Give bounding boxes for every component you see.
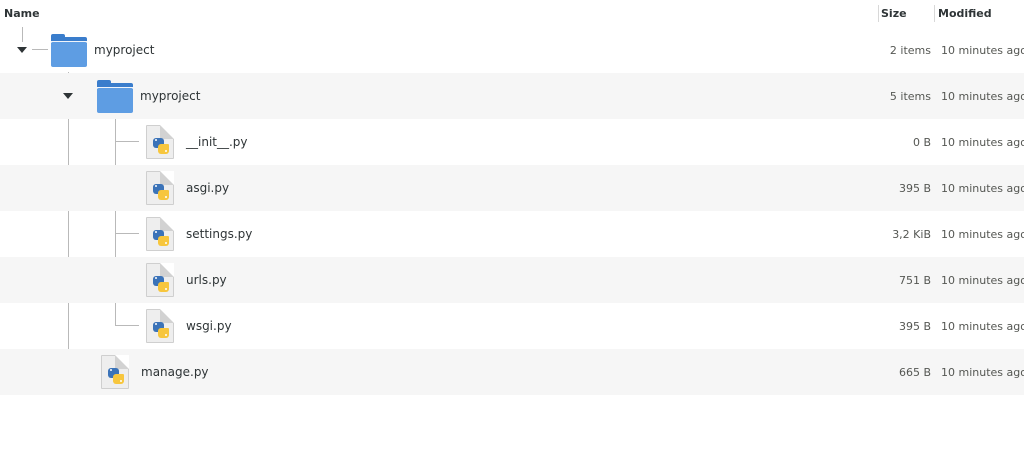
file-size: 665 B (898, 366, 931, 379)
folder-icon (97, 80, 133, 114)
file-size: 3,2 KiB (892, 228, 931, 241)
expander-down-icon[interactable] (63, 93, 73, 99)
file-name: myproject (140, 89, 201, 103)
file-name: settings.py (186, 227, 253, 241)
column-header: Name Size Modified (0, 0, 1024, 27)
file-modified: 10 minutes ago (941, 366, 1024, 379)
column-modified-header[interactable]: Modified (938, 7, 992, 20)
file-row[interactable]: myproject 2 items 10 minutes ago (0, 27, 1024, 73)
file-size: 395 B (898, 182, 931, 195)
file-modified: 10 minutes ago (941, 320, 1024, 333)
column-size-header[interactable]: Size (881, 7, 907, 20)
python-file-icon (146, 309, 174, 343)
file-modified: 10 minutes ago (941, 136, 1024, 149)
python-file-icon (146, 263, 174, 297)
python-file-icon (146, 171, 174, 205)
file-name: __init__.py (186, 135, 248, 149)
file-modified: 10 minutes ago (941, 182, 1024, 195)
file-row[interactable]: urls.py 751 B 10 minutes ago (0, 257, 1024, 303)
folder-icon (51, 34, 87, 68)
file-row[interactable]: manage.py 665 B 10 minutes ago (0, 349, 1024, 395)
file-name: wsgi.py (186, 319, 232, 333)
file-modified: 10 minutes ago (941, 90, 1024, 103)
python-file-icon (146, 217, 174, 251)
column-separator (934, 5, 935, 22)
file-modified: 10 minutes ago (941, 228, 1024, 241)
python-file-icon (101, 355, 129, 389)
file-modified: 10 minutes ago (941, 44, 1024, 57)
file-size: 0 B (912, 136, 931, 149)
file-row[interactable]: myproject 5 items 10 minutes ago (0, 73, 1024, 119)
file-size: 2 items (889, 44, 931, 57)
python-file-icon (146, 125, 174, 159)
file-name: urls.py (186, 273, 227, 287)
file-name: manage.py (141, 365, 209, 379)
file-size: 751 B (898, 274, 931, 287)
file-size: 395 B (898, 320, 931, 333)
file-row[interactable]: settings.py 3,2 KiB 10 minutes ago (0, 211, 1024, 257)
file-name: asgi.py (186, 181, 230, 195)
file-name: myproject (94, 43, 155, 57)
file-row[interactable]: __init__.py 0 B 10 minutes ago (0, 119, 1024, 165)
file-modified: 10 minutes ago (941, 274, 1024, 287)
column-name-header[interactable]: Name (4, 7, 40, 20)
column-separator (878, 5, 879, 22)
file-row[interactable]: asgi.py 395 B 10 minutes ago (0, 165, 1024, 211)
file-size: 5 items (889, 90, 931, 103)
expander-down-icon[interactable] (17, 47, 27, 53)
file-row[interactable]: wsgi.py 395 B 10 minutes ago (0, 303, 1024, 349)
